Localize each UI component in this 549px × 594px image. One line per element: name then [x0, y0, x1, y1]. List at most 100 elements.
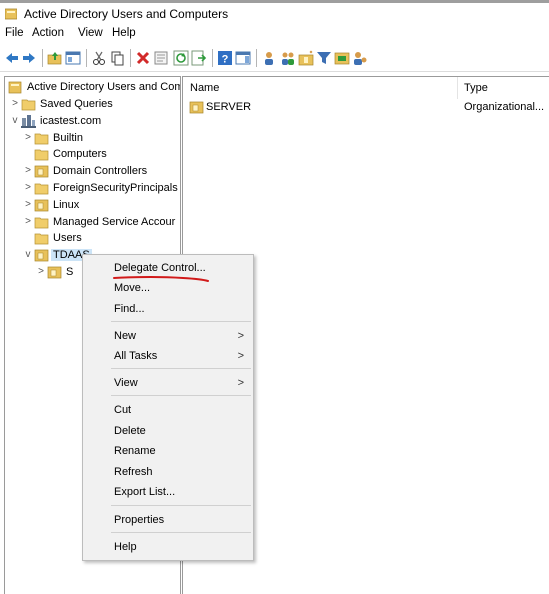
- tree-item-builtin[interactable]: > Builtin: [23, 130, 180, 147]
- new-ou-icon[interactable]: [298, 50, 314, 66]
- ad-console-icon: [8, 81, 22, 94]
- tree-item-label: Domain Controllers: [53, 165, 148, 178]
- show-console-tree-icon[interactable]: [65, 50, 81, 66]
- row-name: SERVER: [206, 101, 252, 113]
- expand-chevron-icon[interactable]: >: [23, 132, 33, 144]
- toolbar-separator: [42, 49, 43, 67]
- table-row[interactable]: SERVER Organizational...: [183, 99, 549, 116]
- svg-text:?: ?: [222, 54, 229, 66]
- folder-icon: [21, 99, 36, 111]
- forward-icon[interactable]: [21, 50, 37, 66]
- menu-item-cut[interactable]: Cut: [114, 404, 131, 416]
- expand-chevron-icon[interactable]: >: [10, 98, 20, 110]
- tree-item-label: ForeignSecurityPrincipals: [53, 182, 178, 194]
- column-header-type[interactable]: Type: [464, 77, 488, 99]
- menu-item-refresh[interactable]: Refresh: [114, 466, 153, 478]
- tree-item-saved-queries[interactable]: > Saved Queries: [10, 96, 180, 113]
- tree-item-icastest-com[interactable]: v icastest.com: [10, 113, 180, 130]
- column-header-name[interactable]: Name: [190, 77, 219, 99]
- no-expander: [23, 232, 33, 244]
- help-icon[interactable]: ?: [217, 50, 233, 66]
- ou-folder-icon: [47, 266, 62, 279]
- menu-separator: [111, 368, 251, 369]
- menu-item-move[interactable]: Move...: [114, 282, 150, 294]
- menu-separator: [111, 532, 251, 533]
- expand-chevron-icon[interactable]: >: [23, 182, 33, 194]
- tree-item-label: Computers: [53, 148, 107, 161]
- menu-item-delete[interactable]: Delete: [114, 425, 146, 437]
- refresh-icon[interactable]: [173, 50, 189, 66]
- new-user-icon[interactable]: [261, 50, 277, 66]
- menu-item-rename[interactable]: Rename: [114, 445, 156, 457]
- menu-action[interactable]: Action: [32, 27, 64, 39]
- column-divider[interactable]: [457, 77, 458, 99]
- toolbar-separator: [256, 49, 257, 67]
- menu-file[interactable]: File: [5, 27, 24, 39]
- menu-item-all-tasks[interactable]: All Tasks: [114, 350, 157, 362]
- menu-item-delegate-control[interactable]: Delegate Control...: [114, 262, 206, 274]
- show-action-pane-icon[interactable]: [235, 50, 251, 66]
- folder-icon: [34, 183, 49, 195]
- toolbar-separator: [212, 49, 213, 67]
- tree-item-managed-service-accour[interactable]: > Managed Service Accour: [23, 214, 180, 231]
- menu-view[interactable]: View: [78, 27, 103, 39]
- expand-chevron-icon[interactable]: >: [23, 165, 33, 177]
- no-expander: [23, 148, 33, 160]
- add-to-group-icon[interactable]: [334, 50, 350, 66]
- submenu-arrow-icon: >: [237, 330, 244, 342]
- tree-item-label: icastest.com: [40, 114, 102, 127]
- title-bar: Active Directory Users and Computers: [0, 3, 549, 25]
- tree-item-label: Users: [53, 232, 82, 245]
- tree-item-linux[interactable]: > Linux: [23, 197, 180, 214]
- tree-item-label: Saved Queries: [40, 98, 113, 110]
- delete-icon[interactable]: [135, 50, 151, 66]
- filter-icon[interactable]: [316, 50, 332, 66]
- submenu-arrow-icon: >: [237, 377, 244, 389]
- menu-help[interactable]: Help: [112, 27, 136, 39]
- folder-icon: [34, 234, 49, 245]
- menu-item-properties[interactable]: Properties: [114, 514, 164, 526]
- tree-root[interactable]: Active Directory Users and Com: [8, 79, 180, 96]
- back-icon[interactable]: [4, 50, 20, 66]
- menu-item-help[interactable]: Help: [114, 541, 137, 553]
- submenu-arrow-icon: >: [237, 350, 244, 362]
- copy-icon[interactable]: [109, 50, 125, 66]
- menu-item-view[interactable]: View: [114, 377, 138, 389]
- folder-icon: [34, 150, 49, 161]
- collapse-chevron-icon[interactable]: v: [10, 115, 20, 127]
- menu-separator: [111, 395, 251, 396]
- menu-bar: File Action View Help: [0, 25, 549, 44]
- tree-item-label: Builtin: [53, 131, 83, 144]
- ad-console-icon: [5, 8, 17, 20]
- folder-icon: [34, 217, 49, 228]
- context-menu: Delegate Control... Move... Find... New …: [82, 254, 254, 561]
- properties-icon[interactable]: [153, 50, 169, 66]
- menu-separator: [111, 505, 251, 506]
- ou-folder-icon: [34, 165, 49, 178]
- menu-item-new[interactable]: New: [114, 330, 136, 342]
- cut-icon[interactable]: [91, 50, 107, 66]
- expand-chevron-icon[interactable]: >: [23, 216, 33, 228]
- new-group-icon[interactable]: [280, 50, 296, 66]
- row-type: Organizational...: [464, 101, 545, 113]
- toolbar-separator: [130, 49, 131, 67]
- toolbar-separator: [86, 49, 87, 67]
- expand-chevron-icon[interactable]: >: [23, 199, 33, 211]
- delegate-icon[interactable]: [352, 50, 368, 66]
- domain-icon: [21, 114, 36, 128]
- tree-item-foreignsecurityprincipals[interactable]: > ForeignSecurityPrincipals: [23, 180, 180, 197]
- menu-item-export-list[interactable]: Export List...: [114, 486, 175, 498]
- collapse-chevron-icon[interactable]: v: [23, 249, 33, 261]
- up-folder-icon[interactable]: [47, 50, 63, 66]
- folder-icon: [34, 133, 49, 144]
- menu-item-find[interactable]: Find...: [114, 303, 145, 315]
- export-list-icon[interactable]: [191, 50, 207, 66]
- window-title: Active Directory Users and Computers: [24, 7, 229, 21]
- tree-item-users[interactable]: Users: [23, 230, 180, 247]
- tree-item-computers[interactable]: Computers: [23, 146, 180, 163]
- tree-item-label: S: [66, 266, 74, 278]
- ou-folder-icon: [189, 101, 204, 114]
- tree-item-domain-controllers[interactable]: > Domain Controllers: [23, 163, 180, 180]
- expand-chevron-icon[interactable]: >: [36, 266, 46, 278]
- menu-separator: [111, 321, 251, 322]
